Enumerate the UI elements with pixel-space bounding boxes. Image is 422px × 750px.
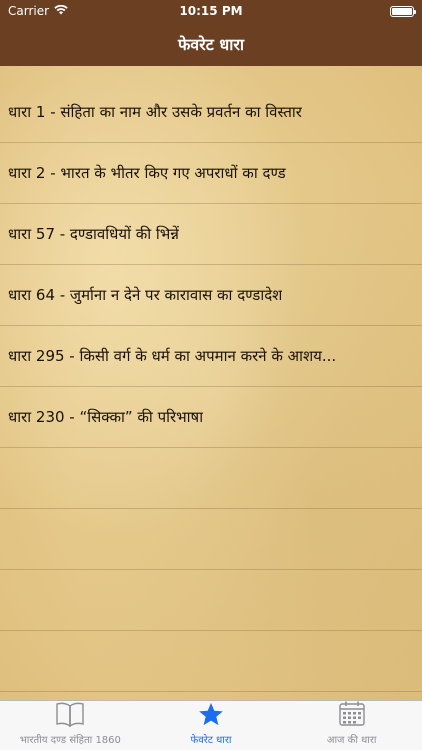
wifi-icon — [54, 4, 68, 18]
favorites-list[interactable]: धारा 1 - संहिता का नाम और उसके प्रवर्तन … — [0, 66, 422, 700]
list-item[interactable]: धारा 1 - संहिता का नाम और उसके प्रवर्तन … — [0, 82, 422, 143]
tab-todays-section[interactable]: आज की धारा — [281, 701, 422, 750]
book-icon — [55, 701, 85, 732]
empty-row — [0, 509, 422, 570]
battery-icon — [390, 5, 416, 17]
empty-row — [0, 570, 422, 631]
carrier-label: Carrier — [8, 4, 50, 18]
star-icon — [198, 702, 224, 732]
empty-row — [0, 448, 422, 509]
tab-favorites[interactable]: फेवरेट धारा — [141, 701, 282, 750]
list-item-label: धारा 57 - दण्डावधियों की भिन्नें — [8, 225, 179, 243]
list-item-label: धारा 230 - “सिक्का” की परिभाषा — [8, 408, 204, 426]
tab-label: आज की धारा — [326, 735, 377, 746]
list-item-label: धारा 64 - जुर्माना न देने पर कारावास का … — [8, 286, 283, 304]
empty-row — [0, 631, 422, 692]
tab-label: फेवरेट धारा — [190, 735, 232, 746]
list-item-label: धारा 295 - किसी वर्ग के धर्म का अपमान कर… — [8, 347, 337, 365]
list-item[interactable]: धारा 57 - दण्डावधियों की भिन्नें — [0, 204, 422, 265]
tab-bar: भारतीय दण्ड संहिता 1860 फेवरेट धारा आज क… — [0, 700, 422, 750]
status-bar: Carrier 10:15 PM — [0, 0, 422, 22]
list-item-label: धारा 1 - संहिता का नाम और उसके प्रवर्तन … — [8, 103, 302, 121]
list-item[interactable]: धारा 2 - भारत के भीतर किए गए अपराधों का … — [0, 143, 422, 204]
empty-row — [0, 692, 422, 700]
list-item-label: धारा 2 - भारत के भीतर किए गए अपराधों का … — [8, 164, 286, 182]
list-item[interactable]: धारा 64 - जुर्माना न देने पर कारावास का … — [0, 265, 422, 326]
tab-ipc-1860[interactable]: भारतीय दण्ड संहिता 1860 — [0, 701, 141, 750]
page-title: फेवरेट धारा — [177, 35, 245, 54]
list-item[interactable]: धारा 295 - किसी वर्ग के धर्म का अपमान कर… — [0, 326, 422, 387]
tab-label: भारतीय दण्ड संहिता 1860 — [19, 735, 121, 746]
nav-bar: फेवरेट धारा — [0, 22, 422, 66]
list-item[interactable]: धारा 230 - “सिक्का” की परिभाषा — [0, 387, 422, 448]
calendar-icon — [338, 700, 366, 732]
